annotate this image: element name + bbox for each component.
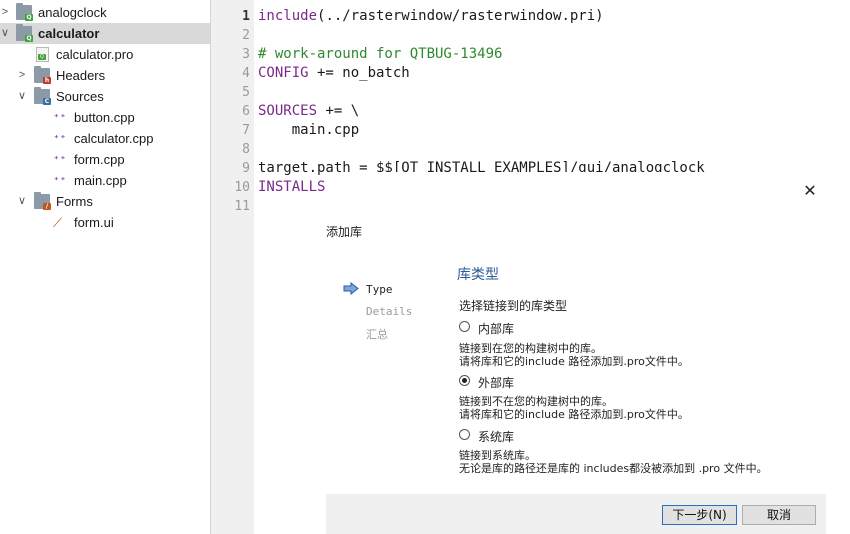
tree-item-headers[interactable]: > h Headers (0, 65, 210, 86)
sources-folder-icon: C (34, 87, 51, 105)
ui-file-icon: ⟋ (53, 215, 63, 230)
code-token: += no_batch (308, 65, 410, 81)
line-number-gutter: 1 2 3 4 5 6 7 8 9 10 11 (211, 0, 254, 534)
qt-folder-icon: Q (16, 3, 33, 21)
line-number: 4 (242, 66, 250, 81)
line-number: 2 (242, 28, 250, 43)
code-token: main.cpp (258, 122, 360, 138)
tree-item-label: calculator.cpp (74, 131, 154, 146)
qt-folder-icon: Q (16, 24, 33, 42)
code-line[interactable]: main.cpp (258, 121, 359, 140)
code-line[interactable]: SOURCES += \ (258, 102, 359, 121)
option-description: 链接到在您的构建树中的库。 (459, 342, 602, 355)
tree-item-label: calculator.pro (56, 47, 134, 62)
keyword-token: SOURCES (258, 103, 318, 119)
cpp-file-icon: ⁺⁺ (53, 174, 67, 187)
line-number: 11 (234, 199, 250, 214)
radio-button[interactable] (459, 375, 470, 386)
tree-item-label: Headers (56, 68, 106, 83)
radio-label: 外部库 (478, 376, 515, 390)
radio-button[interactable] (459, 321, 470, 332)
tree-item-sources[interactable]: ∨ C Sources (0, 86, 210, 107)
qt-pro-file-icon: Q (36, 47, 49, 62)
chevron-down-icon[interactable]: ∨ (17, 86, 27, 107)
current-step-arrow-icon (343, 282, 359, 295)
tree-item-form-cpp[interactable]: ⁺⁺ form.cpp (0, 149, 210, 170)
radio-system-library[interactable]: 系统库 (459, 428, 579, 444)
code-line[interactable]: CONFIG += no_batch (258, 64, 410, 83)
tree-item-calculator[interactable]: ∨ Q calculator (0, 23, 210, 44)
cpp-file-icon: ⁺⁺ (53, 132, 67, 145)
headers-folder-icon: h (34, 66, 51, 84)
tree-item-label: form.ui (74, 215, 114, 230)
line-number: 6 (242, 104, 250, 119)
line-number: 1 (242, 9, 250, 24)
chevron-down-icon[interactable]: ∨ (0, 23, 10, 44)
dialog-title: 添加库 (326, 225, 363, 239)
code-token: += \ (317, 103, 360, 119)
code-token: (../rasterwindow/rasterwindow.pri) (317, 8, 604, 24)
close-icon[interactable]: ✕ (800, 181, 820, 201)
option-description: 请将库和它的include 路径添加到.pro文件中。 (459, 355, 689, 368)
line-number: 10 (234, 180, 250, 195)
tree-item-label: analogclock (38, 5, 107, 20)
chevron-down-icon[interactable]: ∨ (17, 191, 27, 212)
tree-item-button-cpp[interactable]: ⁺⁺ button.cpp (0, 107, 210, 128)
keyword-token: CONFIG (258, 65, 309, 81)
wizard-step-type: Type (366, 283, 393, 296)
tree-item-forms[interactable]: ∨ / Forms (0, 191, 210, 212)
keyword-token: INSTALLS (258, 179, 326, 195)
wizard-step-summary: 汇总 (366, 328, 388, 341)
cpp-file-icon: ⁺⁺ (53, 153, 67, 166)
next-button[interactable]: 下一步(N) (662, 505, 737, 525)
line-number: 7 (242, 123, 250, 138)
option-description: 请将库和它的include 路径添加到.pro文件中。 (459, 408, 689, 421)
tree-item-label: main.cpp (74, 173, 127, 188)
tree-item-calculator-cpp[interactable]: ⁺⁺ calculator.cpp (0, 128, 210, 149)
tree-item-label: Forms (56, 194, 93, 209)
cpp-file-icon: ⁺⁺ (53, 111, 67, 124)
tree-item-label: Sources (56, 89, 104, 104)
keyword-token: include (258, 8, 318, 24)
code-line[interactable]: # work-around for QTBUG-13496 (258, 45, 502, 64)
cancel-button[interactable]: 取消 (742, 505, 816, 525)
page-subtitle: 选择链接到的库类型 (459, 299, 568, 313)
option-description: 无论是库的路径还是库的 includes都没被添加到 .pro 文件中。 (459, 462, 768, 475)
radio-internal-library[interactable]: 内部库 (459, 320, 579, 336)
tree-item-main-cpp[interactable]: ⁺⁺ main.cpp (0, 170, 210, 191)
tree-item-calculator-pro[interactable]: Q calculator.pro (0, 44, 210, 65)
wizard-step-details: Details (366, 305, 413, 318)
tree-item-analogclock[interactable]: > Q analogclock (0, 2, 210, 23)
radio-button[interactable] (459, 429, 470, 440)
line-number: 3 (242, 47, 250, 62)
chevron-right-icon[interactable]: > (17, 65, 27, 86)
tree-item-label: button.cpp (74, 110, 135, 125)
line-number: 8 (242, 142, 250, 157)
tree-item-label: calculator (38, 26, 100, 41)
forms-folder-icon: / (34, 192, 51, 210)
chevron-right-icon[interactable]: > (0, 2, 10, 23)
tree-item-form-ui[interactable]: ⟋ form.ui (0, 212, 210, 233)
radio-label: 系统库 (478, 430, 515, 444)
radio-external-library[interactable]: 外部库 (459, 374, 579, 390)
option-description: 链接到不在您的构建树中的库。 (459, 395, 613, 408)
option-description: 链接到系统库。 (459, 449, 536, 462)
radio-label: 内部库 (478, 322, 515, 336)
comment-token: # work-around for QTBUG-13496 (258, 46, 503, 62)
project-tree: > Q analogclock ∨ Q calculator Q calcula… (0, 0, 211, 534)
tree-item-label: form.cpp (74, 152, 125, 167)
line-number: 9 (242, 161, 250, 176)
code-line[interactable]: include(../rasterwindow/rasterwindow.pri… (258, 7, 604, 26)
code-line[interactable]: INSTALLS (258, 178, 325, 197)
line-number: 5 (242, 85, 250, 100)
page-title: 库类型 (457, 267, 499, 283)
